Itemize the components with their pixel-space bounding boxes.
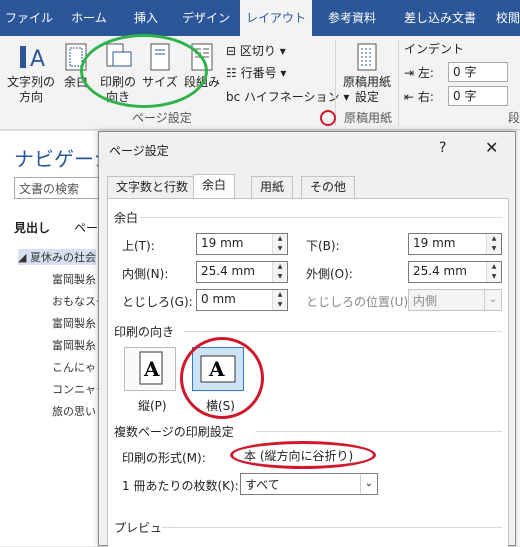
tab-other[interactable]: その他 bbox=[301, 176, 356, 198]
indent-title: インデント bbox=[404, 42, 465, 56]
section-multiple-pages: 複数ページの印刷設定 bbox=[114, 425, 234, 439]
ribbon-layout: A 文字列の 方向 余白 印刷の 向き サイズ 段組み ⊟ 区切り ▾ ☷ 行番… bbox=[0, 36, 520, 130]
tab-home[interactable]: ホーム bbox=[58, 0, 120, 36]
nav-tab-pages[interactable]: ペー bbox=[74, 219, 98, 236]
nav-heading-item[interactable]: 富岡製糸 bbox=[52, 337, 96, 353]
multiple-pages-label: 印刷の形式(M): bbox=[122, 451, 206, 465]
tab-review[interactable]: 校閲 bbox=[488, 0, 520, 36]
spinner-arrows-icon: ▲ ▼ bbox=[272, 262, 287, 282]
inside-margin-label: 内側(N): bbox=[122, 267, 169, 281]
top-margin-spinner[interactable]: 19 mm ▲ ▼ bbox=[196, 233, 288, 255]
gutter-position-label: とじしろの位置(U): bbox=[306, 295, 413, 309]
hyphenation-icon: bc bbox=[226, 90, 245, 104]
outside-margin-label: 外側(O): bbox=[306, 267, 353, 281]
tab-margins[interactable]: 余白 bbox=[193, 174, 236, 198]
sheets-per-booklet-label: 1 冊あたりの枚数(K): bbox=[122, 479, 239, 493]
help-button[interactable]: ? bbox=[439, 140, 446, 156]
tab-mailings[interactable]: 差し込み文書 bbox=[392, 0, 488, 36]
outside-margin-spinner[interactable]: 25.4 mm ▲ ▼ bbox=[408, 261, 502, 283]
chevron-down-icon: ⌄ bbox=[360, 474, 377, 494]
bottom-margin-label: 下(B): bbox=[306, 239, 340, 253]
tab-paper[interactable]: 用紙 bbox=[251, 176, 294, 198]
breaks-label: 区切り bbox=[239, 44, 276, 58]
chevron-down-icon: ⌄ bbox=[484, 290, 501, 310]
text-direction-button[interactable]: A 文字列の 方向 bbox=[4, 42, 58, 105]
spinner-arrows-icon: ▲ ▼ bbox=[272, 234, 287, 254]
tab-file[interactable]: ファイル bbox=[0, 0, 58, 36]
spinner-arrows-icon: ▲ ▼ bbox=[486, 234, 501, 254]
ribbon-tab-bar: ファイル ホーム 挿入 デザイン レイアウト 参考資料 差し込み文書 校閲 bbox=[0, 0, 520, 36]
document-edge bbox=[516, 131, 520, 546]
hyphenation-label: ハイフネーション bbox=[244, 90, 340, 104]
portrait-button[interactable]: A bbox=[124, 347, 176, 391]
text-direction-label: 文字列の 方向 bbox=[6, 75, 55, 104]
line-numbers-icon: ☷ bbox=[226, 66, 241, 80]
nav-heading-item[interactable]: 旅の思い bbox=[52, 403, 96, 419]
tab-design[interactable]: デザイン bbox=[172, 0, 240, 36]
divider bbox=[184, 331, 502, 332]
annotation-red-ellipse bbox=[180, 337, 264, 419]
genko-settings-button[interactable]: 原稿用紙 設定 bbox=[338, 42, 396, 105]
gutter-spinner[interactable]: 0 mm ▲ ▼ bbox=[196, 289, 288, 311]
spinner-arrows-icon: ▲ ▼ bbox=[486, 262, 501, 282]
tab-characters-lines[interactable]: 文字数と行数 bbox=[107, 176, 198, 198]
divider bbox=[256, 431, 502, 432]
genko-icon bbox=[357, 43, 377, 71]
annotation-green-ellipse bbox=[80, 34, 208, 108]
nav-heading-item[interactable]: ◢ 夏休みの社会 bbox=[18, 249, 96, 265]
hyphenation-button[interactable]: bc ハイフネーション ▾ bbox=[226, 88, 349, 105]
indent-left-input[interactable]: 0 字 bbox=[448, 62, 508, 82]
group-label-page-setup: ページ設定 bbox=[132, 111, 192, 125]
breaks-button[interactable]: ⊟ 区切り ▾ bbox=[226, 42, 286, 59]
group-separator bbox=[335, 40, 336, 126]
tab-insert[interactable]: 挿入 bbox=[120, 0, 172, 36]
annotation-red-ellipse bbox=[230, 441, 376, 469]
page-setup-launcher-button[interactable] bbox=[320, 110, 336, 126]
group-separator-2 bbox=[398, 40, 399, 126]
nav-search-input[interactable]: 文書の検索 bbox=[14, 177, 110, 199]
divider bbox=[162, 527, 502, 528]
svg-text:A: A bbox=[143, 357, 160, 381]
dialog-title: ページ設定 bbox=[109, 144, 169, 158]
inside-margin-spinner[interactable]: 25.4 mm ▲ ▼ bbox=[196, 261, 288, 283]
bottom-margin-spinner[interactable]: 19 mm ▲ ▼ bbox=[408, 233, 502, 255]
portrait-label: 縦(P) bbox=[138, 399, 167, 413]
top-margin-label: 上(T): bbox=[122, 239, 155, 253]
nav-heading-item[interactable]: 富岡製糸 bbox=[52, 315, 96, 331]
line-numbers-button[interactable]: ☷ 行番号 ▾ bbox=[226, 64, 286, 81]
page-setup-dialog: ページ設定 ? ✕ 文字数と行数 余白 用紙 その他 余白 上(T): 19 m… bbox=[98, 131, 516, 547]
divider bbox=[140, 217, 502, 218]
line-numbers-label: 行番号 bbox=[240, 66, 277, 80]
margins-panel: 余白 上(T): 19 mm ▲ ▼ 下(B): 19 mm ▲ ▼ 内側(N): 25… bbox=[107, 198, 509, 547]
breaks-icon: ⊟ bbox=[226, 44, 240, 58]
svg-text:A: A bbox=[30, 47, 45, 72]
indent-left-label: ⇥ 左: bbox=[404, 66, 434, 80]
genko-label: 原稿用紙 設定 bbox=[342, 75, 391, 104]
group-label-paragraph: 段 bbox=[508, 111, 520, 125]
section-margins: 余白 bbox=[114, 211, 139, 225]
text-direction-icon: A bbox=[20, 46, 45, 72]
navigation-pane: ナビゲーショ 文書の検索 見出し ペー ◢ 夏休みの社会 富岡製糸 おもなスケ … bbox=[0, 131, 134, 546]
tab-layout[interactable]: レイアウト bbox=[240, 0, 312, 36]
tab-references[interactable]: 参考資料 bbox=[312, 0, 392, 36]
portrait-page-icon: A bbox=[139, 351, 163, 385]
gutter-position-select: 内側 ⌄ bbox=[408, 289, 502, 311]
spinner-arrows-icon: ▲ ▼ bbox=[272, 290, 287, 310]
indent-right-label: ⇤ 右: bbox=[404, 90, 434, 104]
close-icon[interactable]: ✕ bbox=[485, 138, 498, 157]
nav-heading-item[interactable]: 富岡製糸 bbox=[52, 271, 96, 287]
section-orientation: 印刷の向き bbox=[114, 325, 175, 339]
group-label-genko: 原稿用紙 bbox=[344, 111, 393, 125]
gutter-label: とじしろ(G): bbox=[122, 295, 193, 309]
sheets-per-booklet-select[interactable]: すべて ⌄ bbox=[240, 473, 378, 495]
indent-right-input[interactable]: 0 字 bbox=[448, 86, 508, 106]
nav-tab-headings[interactable]: 見出し bbox=[14, 219, 50, 236]
